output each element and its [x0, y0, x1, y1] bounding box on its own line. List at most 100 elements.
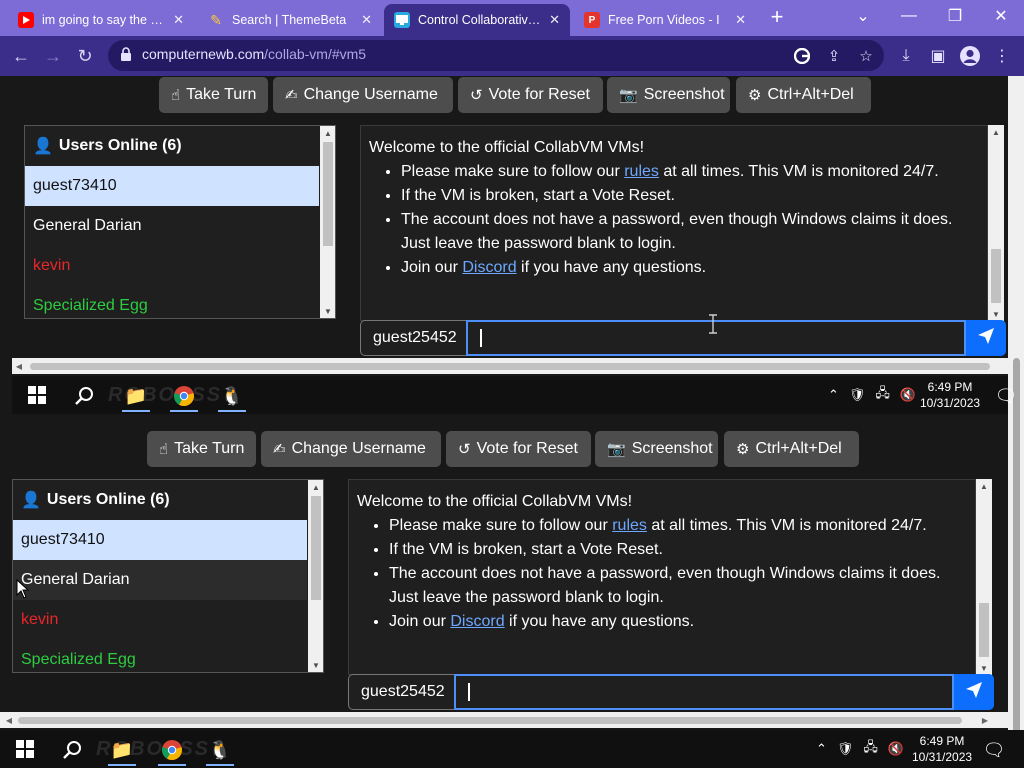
- side-panel-icon[interactable]: ▣: [925, 44, 951, 68]
- search-icon[interactable]: [54, 734, 90, 766]
- minimize-button[interactable]: —: [886, 0, 932, 32]
- screenshot-button[interactable]: 📷 Screenshot: [607, 77, 730, 113]
- scroll-up-arrow-icon[interactable]: ▲: [308, 480, 323, 494]
- user-list-scrollbar[interactable]: ▲ ▼: [308, 480, 323, 672]
- back-button[interactable]: ←: [8, 44, 34, 68]
- user-list-item[interactable]: guest73410: [13, 520, 307, 560]
- bookmark-star-icon[interactable]: ☆: [854, 44, 878, 68]
- scroll-up-arrow-icon[interactable]: ▲: [320, 126, 335, 140]
- taskbar-clock[interactable]: 6:49 PM 10/31/2023: [912, 733, 972, 765]
- scroll-down-arrow-icon[interactable]: ▼: [308, 658, 323, 672]
- discord-link[interactable]: Discord: [450, 613, 504, 630]
- change-username-button[interactable]: ✍ Change Username: [273, 77, 453, 113]
- user-list-scrollbar[interactable]: ▲ ▼: [320, 126, 335, 318]
- close-tab-icon[interactable]: ✕: [173, 12, 184, 28]
- vm-horizontal-scrollbar[interactable]: ◀: [12, 358, 1008, 374]
- browser-tab-collabvm[interactable]: Control Collaborative V ✕: [384, 4, 570, 36]
- send-message-button[interactable]: [954, 674, 994, 710]
- download-icon[interactable]: ⤓: [893, 44, 919, 68]
- tab-search-chevron-icon[interactable]: ⌄: [840, 0, 886, 32]
- scrollbar-thumb[interactable]: [991, 249, 1001, 303]
- scroll-up-arrow-icon[interactable]: ▲: [976, 479, 992, 493]
- scrollbar-thumb[interactable]: [979, 603, 989, 657]
- ctrl-alt-del-button[interactable]: ⚙ Ctrl+Alt+Del: [736, 77, 871, 113]
- discord-link[interactable]: Discord: [462, 259, 516, 276]
- chat-scrollbar[interactable]: ▲ ▼: [976, 479, 992, 675]
- chevron-up-icon[interactable]: ⌃: [828, 387, 839, 403]
- send-message-button[interactable]: [966, 320, 1006, 356]
- google-icon[interactable]: [790, 44, 814, 68]
- security-icon[interactable]: 🛡: [849, 387, 866, 403]
- close-tab-icon[interactable]: ✕: [361, 12, 372, 28]
- chrome-icon[interactable]: [166, 380, 202, 412]
- scrollbar-thumb[interactable]: [1013, 358, 1020, 768]
- ctrl-alt-del-button[interactable]: ⚙ Ctrl+Alt+Del: [724, 431, 859, 467]
- vote-reset-button[interactable]: ↺ Vote for Reset: [458, 77, 603, 113]
- rules-link[interactable]: rules: [624, 163, 659, 180]
- taskbar-clock[interactable]: 6:49 PM 10/31/2023: [920, 379, 980, 411]
- browser-tab-fourth[interactable]: P Free Porn Videos - I ✕: [574, 4, 756, 36]
- browser-tab-youtube[interactable]: im going to say the n w ✕: [8, 4, 194, 36]
- windows-start-icon[interactable]: [16, 740, 34, 758]
- close-tab-icon[interactable]: ✕: [549, 12, 560, 28]
- scrollbar-thumb[interactable]: [323, 142, 333, 246]
- chat-scrollbar[interactable]: ▲ ▼: [988, 125, 1004, 321]
- user-list-item[interactable]: guest73410: [25, 166, 319, 206]
- screenshot-button[interactable]: 📷 Screenshot: [595, 431, 718, 467]
- lock-icon[interactable]: [120, 47, 132, 61]
- volume-muted-icon[interactable]: 🔇: [900, 387, 916, 403]
- network-icon[interactable]: 🖧: [863, 738, 878, 760]
- rules-link[interactable]: rules: [612, 517, 647, 534]
- p-logo-icon: P: [584, 12, 600, 28]
- security-icon[interactable]: 🛡: [837, 741, 854, 757]
- chrome-icon[interactable]: [154, 734, 190, 766]
- take-turn-button[interactable]: ☝ Take Turn: [159, 77, 268, 113]
- scrollbar-thumb[interactable]: [18, 717, 962, 724]
- scroll-down-arrow-icon[interactable]: ▼: [976, 661, 992, 675]
- browser-tab-themebeta[interactable]: ✎ Search | ThemeBeta ✕: [198, 4, 382, 36]
- reload-button[interactable]: ↻: [72, 44, 98, 68]
- scroll-down-arrow-icon[interactable]: ▼: [320, 304, 335, 318]
- chevron-up-icon[interactable]: ⌃: [816, 741, 827, 757]
- scroll-down-arrow-icon[interactable]: ▼: [988, 307, 1004, 321]
- page-vertical-scrollbar[interactable]: [1008, 76, 1024, 768]
- search-icon[interactable]: [66, 380, 102, 412]
- chat-input[interactable]: [454, 674, 954, 710]
- file-explorer-icon[interactable]: 📁: [118, 380, 154, 412]
- system-tray: ⌃ 🛡 🖧 🔇: [828, 376, 916, 414]
- take-turn-button[interactable]: ☝ Take Turn: [147, 431, 256, 467]
- app-icon[interactable]: 🐧: [202, 734, 238, 766]
- vote-reset-button[interactable]: ↺ Vote for Reset: [446, 431, 591, 467]
- user-list-item[interactable]: Specialized Egg: [25, 286, 319, 318]
- scrollbar-thumb[interactable]: [311, 496, 321, 600]
- volume-muted-icon[interactable]: 🔇: [888, 741, 904, 757]
- scrollbar-thumb[interactable]: [30, 363, 990, 370]
- notification-icon[interactable]: 🗨: [976, 734, 1012, 766]
- notification-icon[interactable]: 🗨: [988, 380, 1024, 412]
- user-list-item[interactable]: kevin: [13, 600, 307, 640]
- scroll-right-arrow-icon[interactable]: ▶: [978, 712, 992, 728]
- url-text[interactable]: computernewb.com/collab-vm/#vm5: [142, 46, 366, 62]
- scroll-up-arrow-icon[interactable]: ▲: [988, 125, 1004, 139]
- windows-start-icon[interactable]: [28, 386, 46, 404]
- file-explorer-icon[interactable]: 📁: [104, 734, 140, 766]
- vm-horizontal-scrollbar[interactable]: ◀ ▶: [0, 712, 1008, 728]
- user-list-item[interactable]: General Darian: [13, 560, 307, 600]
- scroll-left-arrow-icon[interactable]: ◀: [2, 712, 16, 728]
- share-icon[interactable]: ⇪: [822, 44, 846, 68]
- browser-menu-icon[interactable]: ⋮: [989, 44, 1015, 68]
- network-icon[interactable]: 🖧: [875, 384, 890, 406]
- change-username-button[interactable]: ✍ Change Username: [261, 431, 441, 467]
- restore-button[interactable]: ❐: [932, 0, 978, 32]
- users-online-panel: 👤 Users Online (6) guest73410 General Dar…: [24, 125, 336, 319]
- forward-button[interactable]: →: [40, 44, 66, 68]
- scroll-left-arrow-icon[interactable]: ◀: [12, 358, 26, 374]
- user-list-item[interactable]: General Darian: [25, 206, 319, 246]
- close-window-button[interactable]: ✕: [978, 0, 1024, 32]
- profile-avatar-icon[interactable]: [957, 44, 983, 68]
- new-tab-button[interactable]: +: [762, 4, 792, 32]
- user-list-item[interactable]: kevin: [25, 246, 319, 286]
- close-tab-icon[interactable]: ✕: [735, 12, 746, 28]
- app-icon[interactable]: 🐧: [214, 380, 250, 412]
- user-list-item[interactable]: Specialized Egg: [13, 640, 307, 672]
